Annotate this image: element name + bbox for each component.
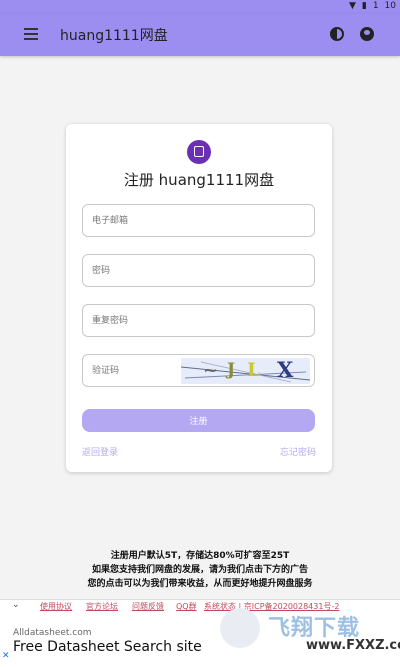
footer-link-terms[interactable]: 使用协议 — [40, 601, 72, 612]
theme-toggle-icon[interactable] — [330, 27, 344, 41]
captcha-char-1: ~ — [203, 360, 219, 381]
back-to-login-link[interactable]: 返回登录 — [82, 445, 118, 458]
footer-link-feedback[interactable]: 问题反馈 — [132, 601, 164, 612]
register-title: 注册 huang1111网盘 — [123, 171, 275, 189]
footer-link-qq-group[interactable]: QQ群 — [176, 601, 197, 612]
register-card: 注册 huang1111网盘 ~ J L X 注册 返回登录 忘记密码 — [66, 124, 332, 472]
battery-level: 1 — [372, 1, 379, 11]
notice-line-3: 您的点击可以为我们带来收益，从而更好地提升网盘服务 — [87, 579, 313, 589]
status-right-label: 10 — [384, 1, 396, 11]
battery-icon: ▮ — [361, 1, 367, 11]
captcha-char-4: X — [277, 358, 294, 382]
captcha-input[interactable] — [92, 355, 182, 386]
chevron-down-icon[interactable]: ⌄ — [12, 600, 20, 610]
ad-domain: Alldatasheet.com — [13, 628, 92, 638]
notice-line-1: 注册用户默认5T，存储达80%可扩容至25T — [110, 551, 290, 561]
app-title: huang1111网盘 — [60, 28, 168, 44]
wifi-icon: ▼ — [348, 1, 356, 11]
captcha-field[interactable]: ~ J L X — [82, 354, 315, 387]
footer-link-forum[interactable]: 官方论坛 — [86, 601, 118, 612]
watermark: 飞翔下载 www.FXXZ.com — [212, 608, 400, 660]
register-button[interactable]: 注册 — [82, 409, 315, 432]
logo-icon — [187, 140, 211, 164]
password-input[interactable] — [92, 255, 302, 286]
notice-text: 注册用户默认5T，存储达80%可扩容至25T 如果您支持我们网盘的发展，请为我们… — [0, 549, 400, 591]
repeat-password-input[interactable] — [92, 305, 302, 336]
captcha-image[interactable]: ~ J L X — [181, 358, 310, 384]
watermark-url: www.FXXZ.com — [306, 638, 400, 653]
status-bar: ▼ ▮ 1 10 — [0, 0, 400, 14]
app-bar: huang1111网盘 — [0, 14, 400, 56]
forgot-password-link[interactable]: 忘记密码 — [280, 445, 316, 458]
email-input[interactable] — [92, 205, 302, 236]
notice-line-2: 如果您支持我们网盘的发展，请为我们点击下方的广告 — [91, 565, 308, 575]
account-icon[interactable] — [360, 27, 374, 41]
ad-close-icon[interactable]: ✕ — [2, 651, 10, 661]
email-field[interactable] — [82, 204, 315, 237]
menu-icon[interactable] — [24, 28, 38, 40]
captcha-char-3: L — [247, 359, 261, 381]
status-icons: ▼ ▮ 1 10 — [349, 1, 396, 11]
watermark-logo-icon — [220, 608, 260, 648]
ad-headline[interactable]: Free Datasheet Search site — [13, 639, 202, 655]
password-field[interactable] — [82, 254, 315, 287]
captcha-char-2: J — [227, 360, 236, 380]
repeat-password-field[interactable] — [82, 304, 315, 337]
